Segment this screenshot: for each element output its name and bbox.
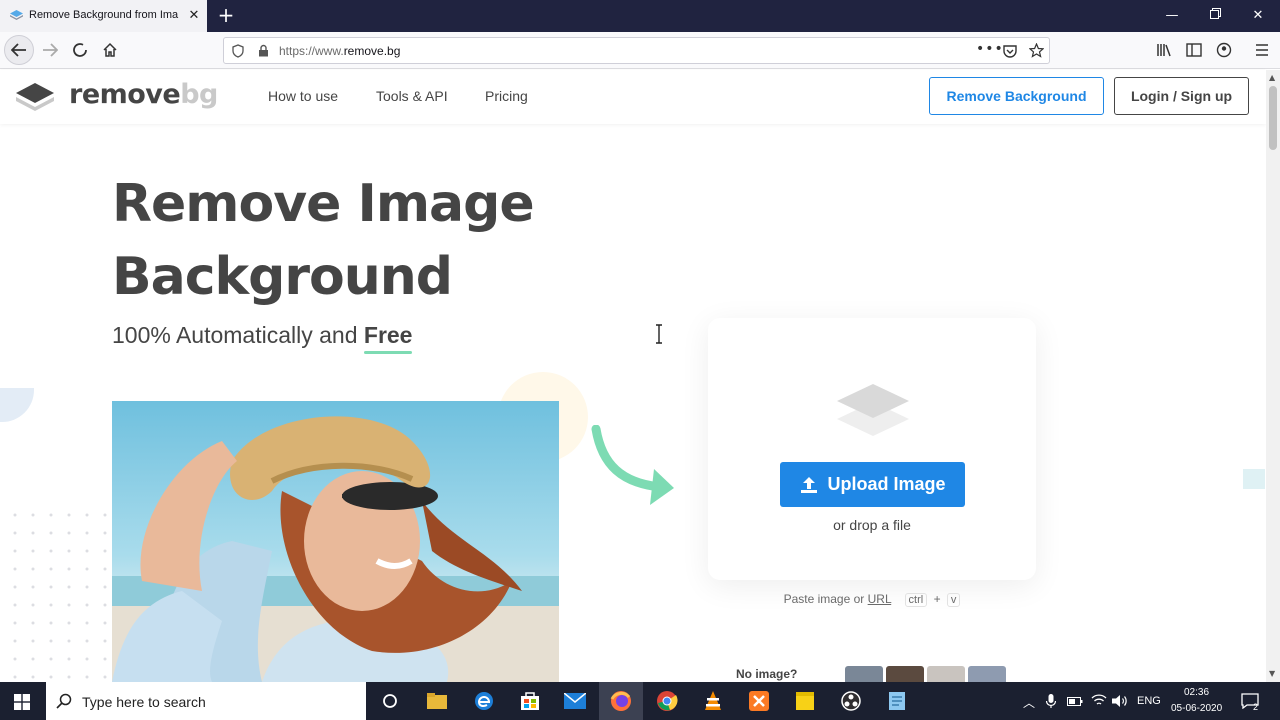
- scroll-down-icon[interactable]: ▼: [1269, 669, 1275, 678]
- volume-icon[interactable]: [1112, 694, 1128, 708]
- search-icon: [56, 693, 72, 709]
- notepad-icon[interactable]: [885, 689, 909, 713]
- layers-placeholder-icon: [837, 384, 909, 436]
- paste-hint: Paste image or URL ctrl + v: [708, 592, 1036, 607]
- nav-pricing[interactable]: Pricing: [485, 88, 528, 104]
- xampp-icon[interactable]: [747, 689, 771, 713]
- hero-title-line2: Background: [112, 247, 453, 307]
- decor-square: [1243, 469, 1265, 489]
- clock-date[interactable]: 05-06-2020: [1171, 703, 1222, 714]
- home-button[interactable]: [96, 37, 124, 63]
- drop-file-text: or drop a file: [833, 517, 911, 533]
- sample-image-thumb[interactable]: [886, 666, 924, 682]
- hero-title: Remove Image Background: [112, 168, 672, 314]
- cortana-icon[interactable]: [378, 689, 402, 713]
- browser-titlebar: Remove Background from Ima ✕ + — ✕: [0, 0, 1280, 32]
- tab-close-icon[interactable]: ✕: [187, 9, 201, 23]
- no-image-label: No image?: [736, 667, 798, 681]
- removebg-favicon-icon: [10, 10, 23, 20]
- menu-icon[interactable]: [1255, 44, 1269, 56]
- back-button[interactable]: [4, 35, 34, 65]
- browser-navbar: https://www.remove.bg •••: [0, 32, 1280, 69]
- scroll-up-icon[interactable]: ▲: [1269, 73, 1275, 82]
- hero-example-photo: [112, 401, 559, 682]
- back-arrow-icon: [11, 43, 26, 57]
- wifi-icon[interactable]: [1091, 693, 1107, 707]
- account-icon[interactable]: [1216, 42, 1232, 58]
- stop-loading-button[interactable]: [66, 37, 94, 63]
- browser-tab[interactable]: Remove Background from Ima ✕: [0, 0, 207, 32]
- clock-time[interactable]: 02:36: [1184, 687, 1209, 698]
- upload-card[interactable]: [708, 318, 1036, 580]
- taskbar-search-box[interactable]: Type here to search: [46, 682, 366, 720]
- battery-icon[interactable]: [1067, 695, 1083, 707]
- decor-semicircle: [0, 388, 34, 422]
- upload-image-button[interactable]: Upload Image: [780, 462, 965, 507]
- text-cursor-icon: [656, 324, 662, 344]
- minimize-icon[interactable]: —: [1162, 6, 1182, 26]
- hero-title-line1: Remove Image: [112, 174, 535, 234]
- sample-image-thumb[interactable]: [968, 666, 1006, 682]
- removebg-logo-icon[interactable]: [15, 81, 55, 113]
- decor-dot-grid: [13, 513, 107, 679]
- forward-arrow-icon: [43, 43, 58, 57]
- hero-subtitle-free: Free: [363, 322, 413, 348]
- logo-text[interactable]: removebg: [69, 79, 218, 110]
- paste-url-link[interactable]: URL: [868, 592, 892, 606]
- upload-icon: [801, 476, 818, 493]
- sidebar-icon[interactable]: [1186, 43, 1202, 57]
- microphone-icon[interactable]: [1046, 694, 1056, 708]
- taskbar-search-placeholder: Type here to search: [82, 694, 206, 710]
- firefox-icon[interactable]: [609, 689, 633, 713]
- library-icon[interactable]: [1156, 43, 1172, 57]
- file-explorer-icon[interactable]: [425, 689, 449, 713]
- mail-icon[interactable]: [563, 689, 587, 713]
- key-v: v: [946, 593, 961, 607]
- lock-icon[interactable]: [258, 44, 269, 57]
- show-hidden-icons[interactable]: ︿: [1023, 694, 1035, 711]
- upload-button-label: Upload Image: [827, 474, 946, 494]
- nav-tools-api[interactable]: Tools & API: [376, 88, 448, 104]
- windows-taskbar: Type here to search ︿ ENG 02:36 05-06-20…: [0, 682, 1280, 720]
- close-window-icon[interactable]: ✕: [1248, 6, 1268, 26]
- site-header: removebg How to use Tools & API Pricing …: [0, 70, 1266, 124]
- shield-icon[interactable]: [232, 44, 244, 58]
- notifications-count: 2: [1253, 702, 1259, 712]
- restore-icon[interactable]: [1205, 6, 1225, 26]
- forward-button[interactable]: [36, 37, 64, 63]
- language-indicator[interactable]: ENG: [1137, 695, 1161, 707]
- edge-browser-icon[interactable]: [472, 689, 496, 713]
- page-scrollbar[interactable]: ▲ ▼: [1266, 70, 1280, 682]
- home-icon: [103, 42, 117, 57]
- address-bar[interactable]: https://www.remove.bg •••: [223, 37, 1050, 64]
- obs-icon[interactable]: [839, 689, 863, 713]
- hero-subtitle-text: 100% Automatically and: [112, 322, 358, 348]
- nav-how-to-use[interactable]: How to use: [268, 88, 338, 104]
- bookmark-star-icon[interactable]: [1029, 43, 1044, 58]
- page-actions-icon[interactable]: •••: [976, 41, 1004, 57]
- loading-spinner-icon: [73, 43, 87, 57]
- paste-hint-text: Paste image or: [783, 592, 865, 606]
- login-signup-button[interactable]: Login / Sign up: [1114, 77, 1249, 115]
- pocket-icon[interactable]: [1003, 44, 1017, 58]
- new-tab-icon[interactable]: +: [216, 5, 236, 25]
- chrome-icon[interactable]: [655, 689, 679, 713]
- vlc-icon[interactable]: [701, 689, 725, 713]
- sample-image-thumb[interactable]: [927, 666, 965, 682]
- arrow-icon: [591, 425, 674, 505]
- key-plus: +: [933, 592, 941, 606]
- sample-image-thumb[interactable]: [845, 666, 883, 682]
- tab-title: Remove Background from Ima: [29, 9, 179, 21]
- url-text[interactable]: https://www.remove.bg: [279, 44, 400, 58]
- scroll-thumb[interactable]: [1269, 86, 1277, 150]
- remove-background-button[interactable]: Remove Background: [929, 77, 1104, 115]
- windows-start-icon[interactable]: [14, 694, 30, 710]
- hero-subtitle: 100% Automatically and Free: [112, 322, 412, 349]
- key-ctrl: ctrl: [904, 593, 928, 607]
- sticky-notes-icon[interactable]: [793, 689, 817, 713]
- store-icon[interactable]: [518, 689, 542, 713]
